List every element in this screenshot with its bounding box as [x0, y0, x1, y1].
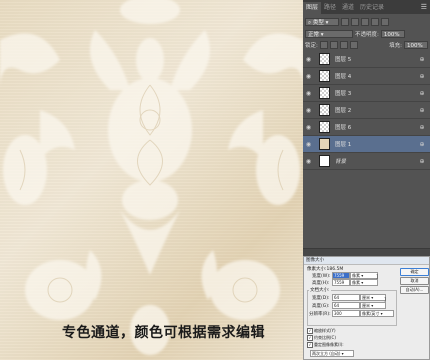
layer-filter-row: ⌕ 类型 ▾	[305, 16, 428, 27]
layer-lock-icon: ⊕	[419, 106, 425, 114]
layer-thumbnail	[319, 104, 330, 116]
panel-menu-icon[interactable]: ☰	[421, 3, 427, 11]
resample-check-icon: ✓	[307, 342, 313, 348]
layer-thumbnail	[319, 138, 330, 150]
lock-row: 锁定: 填充: 100%	[305, 39, 428, 50]
link-bracket-icon: ]	[376, 274, 378, 280]
doc-height-unit-select[interactable]: 厘米 ▾	[360, 302, 386, 309]
layer-name[interactable]: 图层 5	[335, 55, 417, 63]
image-size-dialog: 图像大小 像素大小:186.5M 宽度(W): 7559 像素 ▾ 高度(H):…	[303, 256, 430, 360]
visibility-eye-icon[interactable]: ◉	[303, 90, 314, 97]
layer-row[interactable]: ◉ 图层 6 ⊕	[303, 119, 430, 136]
ok-button[interactable]: 确定	[400, 268, 429, 276]
fill-label: 填充:	[389, 42, 402, 49]
layer-row[interactable]: ◉ 图层 2 ⊕	[303, 102, 430, 119]
lock-all-icon[interactable]	[349, 40, 358, 49]
damask-pattern	[0, 0, 303, 355]
doc-link-icon: ]	[384, 297, 386, 303]
type-filter-icon[interactable]	[361, 17, 369, 26]
kind-filter-select[interactable]: ⌕ 类型 ▾	[305, 17, 339, 26]
resolution-label: 分辨率(R):	[309, 312, 331, 317]
constrain-checkbox[interactable]: ✓ 约束比例(C)	[307, 335, 336, 341]
doc-width-input[interactable]: 64	[332, 294, 360, 301]
dialog-title: 图像大小	[304, 257, 429, 265]
blend-row: 正常 ▾ 不透明度: 100%	[305, 28, 428, 39]
layer-name[interactable]: 图层 3	[335, 89, 417, 97]
resolution-input[interactable]: 300	[332, 310, 360, 317]
doc-width-unit-select[interactable]: 厘米 ▾	[360, 294, 386, 301]
layer-list-empty-area	[303, 170, 430, 250]
blend-mode-select[interactable]: 正常 ▾	[305, 29, 353, 38]
layer-lock-icon: ⊕	[419, 123, 425, 131]
fill-input[interactable]: 100%	[404, 40, 428, 49]
document-canvas[interactable]: 专色通道，颜色可根据需求编辑	[0, 0, 303, 360]
layer-thumbnail	[319, 155, 330, 167]
layer-row[interactable]: ◉ 背景 ⊕	[303, 153, 430, 170]
layer-row[interactable]: ◉ 图层 4 ⊕	[303, 68, 430, 85]
resolution-unit-select[interactable]: 像素/英寸 ▾	[360, 310, 394, 317]
visibility-eye-icon[interactable]: ◉	[303, 158, 314, 165]
pixel-height-unit-select[interactable]: 像素 ▾	[350, 279, 378, 286]
layer-name[interactable]: 图层 1	[335, 140, 417, 148]
lock-label: 锁定:	[305, 42, 318, 49]
opacity-label: 不透明度:	[355, 31, 379, 38]
layer-lock-icon: ⊕	[419, 89, 425, 97]
tab-history[interactable]: 历史记录	[357, 2, 387, 14]
pixel-width-input[interactable]: 7559	[332, 272, 350, 279]
tab-channels[interactable]: 通道	[339, 2, 357, 14]
doc-width-label: 宽度(D):	[312, 296, 330, 301]
visibility-eye-icon[interactable]: ◉	[303, 141, 314, 148]
lock-paint-icon[interactable]	[329, 40, 338, 49]
layer-row[interactable]: ◉ 图层 5 ⊕	[303, 51, 430, 68]
canvas-caption: 专色通道，颜色可根据需求编辑	[62, 325, 265, 341]
layer-thumbnail	[319, 53, 330, 65]
scale-styles-check-icon: ✓	[307, 328, 313, 334]
pixel-filter-icon[interactable]	[341, 17, 349, 26]
auto-button[interactable]: 自动(A)...	[400, 286, 429, 294]
resample-method-select[interactable]: 两次立方 (自动) ▾	[310, 350, 354, 357]
layer-name[interactable]: 图层 4	[335, 72, 417, 80]
layer-row[interactable]: ◉ 图层 1 ⊕	[303, 136, 430, 153]
pixel-width-unit-select[interactable]: 像素 ▾	[350, 272, 378, 279]
layer-name[interactable]: 图层 2	[335, 106, 417, 114]
layer-thumbnail	[319, 121, 330, 133]
layer-lock-icon: ⊕	[419, 55, 425, 63]
tab-layers[interactable]: 图层	[303, 2, 322, 14]
height-label: 高度(H):	[312, 281, 330, 286]
resample-checkbox[interactable]: ✓ 重定图像像素(I):	[307, 342, 344, 348]
visibility-eye-icon[interactable]: ◉	[303, 73, 314, 80]
layer-lock-icon: ⊕	[419, 140, 425, 148]
width-label: 宽度(W):	[312, 274, 331, 279]
scale-styles-checkbox[interactable]: ✓ 缩放样式(Y)	[307, 328, 336, 334]
layer-name[interactable]: 背景	[335, 157, 417, 165]
layer-lock-icon: ⊕	[419, 157, 425, 165]
layer-thumbnail	[319, 70, 330, 82]
search-icon: ⌕	[308, 19, 312, 26]
layer-list: ◉ 图层 5 ⊕ ◉ 图层 4 ⊕ ◉ 图层 3 ⊕ ◉ 图层 2 ⊕ ◉ 图层 6 ⊕ ◉ 图层 1 ⊕ ◉ 背景 ⊕	[303, 51, 430, 170]
visibility-eye-icon[interactable]: ◉	[303, 124, 314, 131]
layer-lock-icon: ⊕	[419, 72, 425, 80]
layer-row[interactable]: ◉ 图层 3 ⊕	[303, 85, 430, 102]
lock-transparent-icon[interactable]	[319, 40, 328, 49]
adjustment-filter-icon[interactable]	[351, 17, 359, 26]
opacity-input[interactable]: 100%	[380, 29, 405, 38]
document-size-label: 文档大小:	[309, 287, 331, 293]
cancel-button[interactable]: 取消	[400, 277, 429, 285]
lock-move-icon[interactable]	[339, 40, 348, 49]
doc-height-label: 高度(G):	[312, 304, 330, 309]
shape-filter-icon[interactable]	[371, 17, 379, 26]
doc-height-input[interactable]: 64	[332, 302, 360, 309]
layer-thumbnail	[319, 87, 330, 99]
pixel-height-input[interactable]: 7559	[332, 279, 350, 286]
panel-tab-bar: 图层 路径 通道 历史记录 ☰	[303, 0, 430, 14]
tab-paths[interactable]: 路径	[321, 2, 339, 14]
visibility-eye-icon[interactable]: ◉	[303, 107, 314, 114]
layer-name[interactable]: 图层 6	[335, 123, 417, 131]
visibility-eye-icon[interactable]: ◉	[303, 56, 314, 63]
constrain-check-icon: ✓	[307, 335, 313, 341]
smart-filter-icon[interactable]	[381, 17, 389, 26]
